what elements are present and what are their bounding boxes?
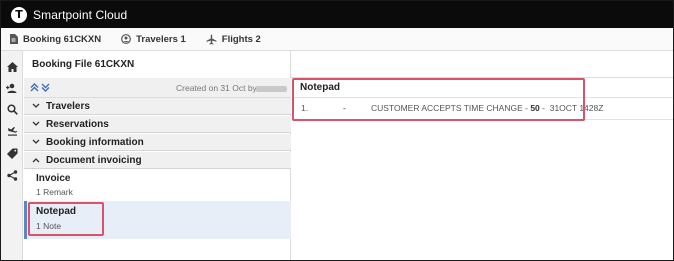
tag-icon[interactable] <box>6 147 18 159</box>
tab-flights[interactable]: Flights 2 <box>206 34 261 45</box>
invoice-subtitle: 1 Remark <box>36 187 73 197</box>
chevron-down-icon <box>32 103 40 108</box>
booking-file-title: Booking File 61CKXN <box>32 59 135 70</box>
invoice-title: Invoice <box>36 173 71 184</box>
share-icon[interactable] <box>6 169 18 181</box>
logo-letter: T <box>15 8 23 21</box>
chevron-down-icon <box>32 139 40 144</box>
user-icon <box>121 34 132 44</box>
plane-icon <box>206 34 217 45</box>
app-window: T Smartpoint Cloud Booking 61CKXN Travel… <box>0 0 674 261</box>
add-user-icon[interactable] <box>6 82 18 94</box>
invoice-item[interactable]: Invoice 1 Remark <box>24 173 291 197</box>
tab-booking[interactable]: Booking 61CKXN <box>9 34 101 45</box>
section-label: Document invoicing <box>46 154 142 166</box>
chevron-up-icon <box>32 158 40 163</box>
section-booking-information[interactable]: Booking information <box>24 134 291 151</box>
section-document-invoicing[interactable]: Document invoicing <box>24 152 291 169</box>
expand-all-icon[interactable] <box>30 83 39 92</box>
document-icon <box>10 34 18 44</box>
tab-travelers-label: Travelers 1 <box>136 33 186 45</box>
section-reservations[interactable]: Reservations <box>24 116 291 133</box>
home-icon[interactable] <box>6 61 18 73</box>
tab-travelers[interactable]: Travelers 1 <box>121 34 186 45</box>
section-label: Travelers <box>46 100 90 112</box>
search-icon[interactable] <box>6 103 18 115</box>
tab-booking-label: Booking 61CKXN <box>23 33 102 45</box>
tab-flights-label: Flights 2 <box>221 33 261 45</box>
collapse-all-icon[interactable] <box>41 83 50 92</box>
redacted-author <box>256 86 287 92</box>
top-bar: T Smartpoint Cloud <box>1 1 673 28</box>
section-label: Booking information <box>46 136 144 148</box>
booking-file-toolbar: Created on 31 Oct by <box>24 78 291 98</box>
highlight-box-notepad-panel <box>292 78 585 121</box>
chevron-down-icon <box>32 121 40 126</box>
highlight-box-notepad-item <box>28 202 104 236</box>
flight-list-icon[interactable] <box>6 125 18 137</box>
tab-bar: Booking 61CKXN Travelers 1 Flights 2 <box>1 28 673 51</box>
side-nav <box>1 51 23 260</box>
created-info: Created on 31 Oct by <box>176 83 257 93</box>
app-logo: T <box>11 6 27 23</box>
app-title: Smartpoint Cloud <box>33 7 128 22</box>
section-label: Reservations <box>46 118 109 130</box>
section-travelers[interactable]: Travelers <box>24 98 291 115</box>
